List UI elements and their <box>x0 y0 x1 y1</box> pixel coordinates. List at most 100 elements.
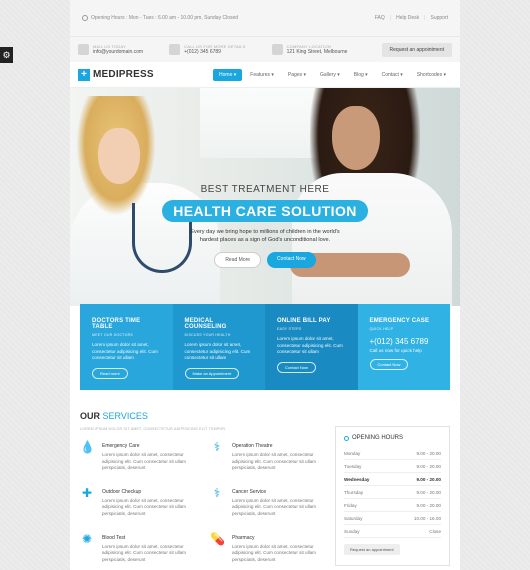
hours-time: 9.00 - 20.00 <box>416 490 441 495</box>
nav-shortcodes[interactable]: Shortcodes ▾ <box>411 69 452 81</box>
hours-row: Friday 9.00 - 20.00 <box>344 499 441 512</box>
contact-mail-value[interactable]: info@yourdomain.com <box>93 49 143 55</box>
services-heading-a: OUR <box>80 411 100 421</box>
hours-row: Saturday 10.00 - 16.00 <box>344 512 441 525</box>
hours-day: Saturday <box>344 516 363 521</box>
feature-boxes: DOCTORS TIME TABLE MEET OUR DOCTORS Lore… <box>80 304 450 390</box>
virus-icon: ✺ <box>81 531 93 546</box>
hours-day: Monday <box>344 451 361 456</box>
contact-location-value: 121 King Street, Melbourne <box>286 49 348 55</box>
link-faq[interactable]: FAQ <box>375 15 385 21</box>
service-name[interactable]: Pharmacy <box>232 535 330 541</box>
link-support[interactable]: Support <box>430 15 448 21</box>
caduceus-icon: ⚕ <box>213 485 221 500</box>
hours-row-current: Wednesday 9.00 - 20.00 <box>344 473 441 486</box>
opening-hours-title: OPENING HOURS <box>344 435 441 441</box>
opening-hours-title-text: OPENING HOURS <box>352 435 404 441</box>
service-name[interactable]: Emergency Care <box>102 443 200 449</box>
hours-day: Thursday <box>344 490 364 495</box>
hours-time: 9.00 - 20.00 <box>416 477 441 482</box>
hero-title: HEALTH CARE SOLUTION <box>162 200 368 222</box>
feature-emergency-contact-button[interactable]: Contact Now <box>369 359 409 370</box>
nav-gallery[interactable]: Gallery ▾ <box>314 69 346 81</box>
nav-blog[interactable]: Blog ▾ <box>348 69 374 81</box>
nav-features[interactable]: Features ▾ <box>244 69 280 81</box>
hours-day: Wednesday <box>344 477 370 482</box>
service-item: ⚕ Operation Theatre Lorem ipsum dolor si… <box>210 440 330 472</box>
services-grid: 💧 Emergency Care Lorem ipsum dolor sit a… <box>80 440 330 563</box>
hero-image-patient-face <box>332 106 380 170</box>
hours-appointment-button[interactable]: Request an appointment <box>344 544 400 555</box>
service-item: ⚕ Cancer Service Lorem ipsum dolor sit a… <box>210 486 330 518</box>
feature-text: Lorem ipsum dolor sit amet, consectetur … <box>277 336 343 355</box>
contact-mail: MAIL US TODAY info@yourdomain.com <box>78 44 143 55</box>
building-icon <box>271 44 283 55</box>
emergency-note: Call us now for quick help <box>369 348 422 353</box>
feature-title: ONLINE BILL PAY <box>277 318 331 324</box>
read-more-button[interactable]: Read More <box>214 252 262 268</box>
hours-time: 9.00 - 20.00 <box>416 503 441 508</box>
service-item: 💧 Emergency Care Lorem ipsum dolor sit a… <box>80 440 200 472</box>
feature-text: Lorem ipsum dolor sit amet, consectetur … <box>92 342 158 361</box>
service-name[interactable]: Blood Test <box>102 535 200 541</box>
settings-widget-icon[interactable]: ⚙ <box>0 47 13 63</box>
service-text: Lorem ipsum dolor sit amet, consectetur … <box>102 497 186 516</box>
hours-row: Sunday Close <box>344 525 441 538</box>
feature-subtitle: MEET OUR DOCTORS <box>92 333 134 337</box>
hero-kicker: BEST TREATMENT HERE <box>200 184 330 195</box>
service-name[interactable]: Outdoor Checkup <box>102 489 200 495</box>
contact-location: COMPANY LOCATION 121 King Street, Melbou… <box>271 44 348 55</box>
logo[interactable]: + MEDIPRESS <box>78 68 154 81</box>
pill-icon: 💊 <box>210 531 225 546</box>
drop-icon: 💧 <box>80 440 95 454</box>
service-name[interactable]: Operation Theatre <box>232 443 330 449</box>
feature-contact-button[interactable]: Contact Now <box>277 361 316 373</box>
feature-title: MEDICAL COUNSELING <box>184 318 227 330</box>
link-help-desk[interactable]: Help Desk <box>396 15 419 21</box>
hero-buttons: Read More Contact Now <box>150 252 380 268</box>
hero-description-line: Every day we bring hope to millions of c… <box>190 229 340 235</box>
feature-doctors-timetable: DOCTORS TIME TABLE MEET OUR DOCTORS Lore… <box>80 304 173 390</box>
hours-day: Sunday <box>344 529 360 534</box>
clock-icon <box>82 15 88 21</box>
hero-caption: BEST TREATMENT HERE HEALTH CARE SOLUTION… <box>150 184 380 268</box>
opening-hours-info: Opening Hours : Mon - Tues : 6.00 am - 1… <box>82 15 238 21</box>
contact-call-value: +(012) 345 6789 <box>184 49 221 55</box>
contact-now-button[interactable]: Contact Now <box>267 252 316 268</box>
hours-day: Tuesday <box>344 464 362 469</box>
nav-pages[interactable]: Pages ▾ <box>282 69 312 81</box>
hours-time: 9.00 - 20.00 <box>416 464 441 469</box>
service-text: Lorem ipsum dolor sit amet, consectetur … <box>232 452 316 471</box>
nav-home[interactable]: Home ▾ <box>213 68 243 81</box>
feature-title: EMERGENCY CASE <box>369 318 430 324</box>
molecule-icon: ⚕ <box>213 440 221 454</box>
page-container: Opening Hours : Mon - Tues : 6.00 am - 1… <box>70 0 460 570</box>
divider: | <box>424 15 426 21</box>
feature-subtitle: QUICK HELP <box>369 327 394 331</box>
feature-subtitle: EASY STEPS <box>277 327 302 331</box>
feature-appointment-button[interactable]: Make an Appointment <box>184 367 240 379</box>
service-name[interactable]: Cancer Service <box>232 489 330 495</box>
nav-contact[interactable]: Contact ▾ <box>376 69 409 81</box>
feature-medical-counseling: MEDICAL COUNSELING DISCUSS YOUR HEALTH L… <box>172 304 265 390</box>
request-appointment-button[interactable]: Request an appointment <box>381 42 452 57</box>
divider: | <box>389 15 392 21</box>
mail-icon <box>78 44 89 55</box>
service-item: ✺ Blood Test Lorem ipsum dolor sit amet,… <box>80 532 200 564</box>
feature-emergency-case: EMERGENCY CASE QUICK HELP +(012) 345 678… <box>357 304 450 390</box>
hours-time: 9.00 - 20.00 <box>416 451 441 456</box>
service-item: ✚ Outdoor Checkup Lorem ipsum dolor sit … <box>80 486 200 518</box>
hero-image-doctor-face <box>98 128 140 184</box>
service-item: 💊 Pharmacy Lorem ipsum dolor sit amet, c… <box>210 532 330 564</box>
hero-description: Every day we bring hope to millions of c… <box>150 228 380 244</box>
hero-description-line: hardest places as a sign of God's uncond… <box>199 237 331 243</box>
feature-online-bill-pay: ONLINE BILL PAY EASY STEPS Lorem ipsum d… <box>265 304 358 390</box>
service-text: Lorem ipsum dolor sit amet, consectetur … <box>232 497 316 516</box>
hours-row: Tuesday 9.00 - 20.00 <box>344 460 441 473</box>
opening-hours-widget: OPENING HOURS Monday 9.00 - 20.00 Tuesday… <box>335 426 450 566</box>
hours-time: 10.00 - 16.00 <box>413 516 441 521</box>
feature-read-more-button[interactable]: Read more <box>92 367 128 379</box>
syringe-icon: ✚ <box>81 485 93 500</box>
hours-row: Monday 9.00 - 20.00 <box>344 447 441 460</box>
opening-hours-text: Opening Hours : Mon - Tues : 6.00 am - 1… <box>91 15 239 21</box>
